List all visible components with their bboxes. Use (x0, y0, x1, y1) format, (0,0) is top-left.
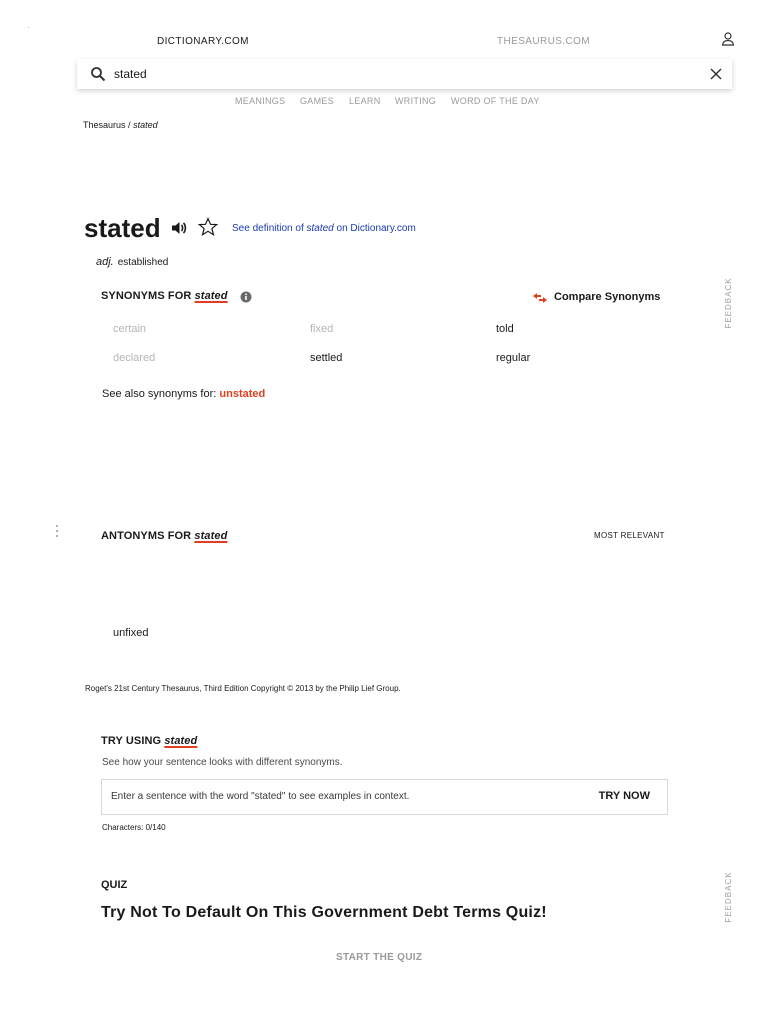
see-definition-word: stated (306, 223, 334, 234)
try-using-word: stated (164, 735, 198, 747)
close-icon[interactable] (709, 67, 723, 81)
nav-item-word-of-the-day[interactable]: WORD OF THE DAY (451, 96, 540, 106)
copyright-notice: Roget's 21st Century Thesaurus, Third Ed… (85, 684, 401, 693)
synonym-item[interactable]: told (496, 323, 514, 335)
decorative-dot (28, 27, 29, 28)
user-icon[interactable] (720, 31, 736, 47)
nav-item-games[interactable]: GAMES (300, 96, 334, 106)
main-nav: MEANINGS GAMES LEARN WRITING WORD OF THE… (0, 96, 768, 110)
synonym-item[interactable]: declared (113, 352, 155, 364)
nav-item-writing[interactable]: WRITING (395, 96, 436, 106)
antonym-item[interactable]: unfixed (113, 627, 148, 639)
search-icon[interactable] (90, 66, 106, 82)
more-options-icon[interactable] (55, 524, 59, 538)
quiz-label: QUIZ (101, 879, 128, 891)
synonyms-title: SYNONYMS FOR stated (101, 290, 228, 302)
try-using-subtitle: See how your sentence looks with differe… (102, 757, 343, 768)
synonym-item[interactable]: certain (113, 323, 146, 335)
synonym-item[interactable]: regular (496, 352, 530, 364)
info-icon[interactable] (240, 290, 252, 303)
nav-item-meanings[interactable]: MEANINGS (235, 96, 285, 106)
breadcrumb: Thesaurus / stated (83, 120, 158, 130)
sense-definition: established (117, 257, 169, 268)
search-input[interactable]: stated (114, 67, 147, 81)
compare-arrows-icon[interactable] (532, 291, 548, 303)
antonyms-title: ANTONYMS FOR stated (101, 530, 227, 542)
breadcrumb-current: stated (133, 120, 158, 130)
synonym-item[interactable]: fixed (310, 323, 333, 335)
breadcrumb-root[interactable]: Thesaurus (83, 120, 126, 130)
headword: stated (84, 213, 161, 243)
sentence-placeholder: Enter a sentence with the word "stated" … (111, 791, 410, 802)
character-count: Characters: 0/140 (102, 823, 166, 832)
sense-line: adj. established (96, 256, 168, 268)
synonyms-title-prefix: SYNONYMS FOR (101, 290, 192, 302)
try-using-title: TRY USING stated (101, 735, 197, 747)
feedback-tab[interactable]: FEEDBACK (724, 273, 734, 333)
quiz-title[interactable]: Try Not To Default On This Government De… (101, 904, 547, 922)
see-definition-suffix: on Dictionary.com (336, 223, 416, 234)
synonym-item[interactable]: settled (310, 352, 342, 364)
thesaurus-link[interactable]: THESAURUS.COM (497, 36, 590, 47)
nav-item-learn[interactable]: LEARN (349, 96, 381, 106)
star-icon[interactable] (197, 216, 219, 237)
speaker-icon[interactable] (170, 219, 188, 237)
start-quiz-button[interactable]: START THE QUIZ (336, 952, 422, 963)
dictionary-link[interactable]: DICTIONARY.COM (157, 36, 249, 47)
try-now-button[interactable]: TRY NOW (599, 790, 650, 802)
see-also-link[interactable]: unstated (219, 388, 265, 400)
sort-most-relevant[interactable]: MOST RELEVANT (594, 531, 665, 540)
search-bar[interactable]: stated (77, 59, 732, 89)
try-using-prefix: TRY USING (101, 735, 162, 747)
breadcrumb-separator: / (128, 120, 131, 130)
sentence-input[interactable]: Enter a sentence with the word "stated" … (101, 779, 668, 815)
part-of-speech: adj. (96, 256, 114, 268)
compare-synonyms-button[interactable]: Compare Synonyms (554, 291, 660, 303)
feedback-tab[interactable]: FEEDBACK (724, 867, 734, 927)
see-definition-link[interactable]: See definition of stated on Dictionary.c… (232, 223, 416, 234)
see-also-synonyms: See also synonyms for: unstated (102, 388, 265, 400)
antonyms-title-word: stated (194, 530, 228, 542)
see-also-prefix: See also synonyms for: (102, 388, 217, 400)
antonyms-title-prefix: ANTONYMS FOR (101, 530, 192, 542)
see-definition-prefix: See definition of (232, 223, 304, 234)
synonyms-title-word: stated (194, 290, 228, 302)
